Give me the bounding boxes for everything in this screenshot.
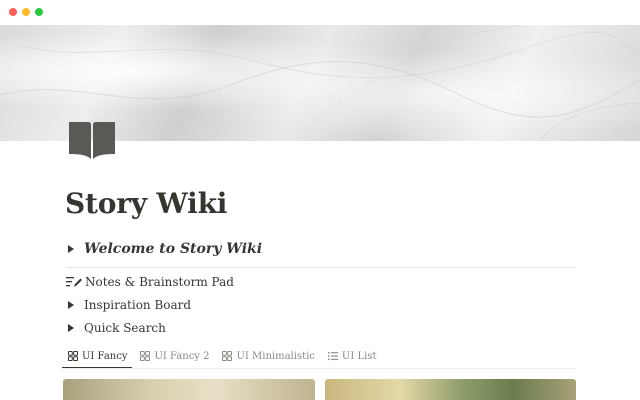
tabs-divider bbox=[62, 368, 576, 369]
tab-label: UI Fancy bbox=[82, 350, 128, 362]
database-view-tabs: UI Fancy UI Fancy 2 UI Minimalistic UI L… bbox=[62, 344, 383, 369]
notes-label: Notes & Brainstorm Pad bbox=[85, 275, 234, 289]
gallery-card[interactable] bbox=[63, 379, 315, 400]
page-title[interactable]: Story Wiki bbox=[65, 186, 227, 222]
toggle-arrow-icon[interactable] bbox=[68, 301, 74, 309]
tab-ui-fancy[interactable]: UI Fancy bbox=[62, 345, 133, 369]
divider bbox=[66, 267, 576, 268]
inspiration-label: Inspiration Board bbox=[84, 298, 192, 312]
minimize-window-button[interactable] bbox=[22, 8, 30, 16]
gallery-icon bbox=[140, 351, 151, 361]
toggle-arrow-icon[interactable] bbox=[68, 324, 74, 332]
tab-ui-list[interactable]: UI List bbox=[322, 345, 382, 367]
list-icon bbox=[327, 352, 338, 361]
toggle-inspiration-board[interactable]: Inspiration Board bbox=[66, 295, 191, 315]
gallery-icon bbox=[68, 351, 78, 361]
window-titlebar bbox=[0, 0, 640, 25]
toggle-welcome-label: Welcome to Story Wiki bbox=[84, 241, 263, 257]
book-icon[interactable] bbox=[67, 119, 117, 161]
app-window: Story Wiki Welcome to Story Wiki Notes &… bbox=[0, 0, 640, 400]
close-window-button[interactable] bbox=[9, 8, 17, 16]
gallery-card[interactable] bbox=[325, 379, 576, 400]
link-notes-brainstorm[interactable]: Notes & Brainstorm Pad bbox=[66, 272, 234, 292]
tab-label: UI Fancy 2 bbox=[154, 350, 210, 362]
toggle-arrow-icon[interactable] bbox=[68, 245, 74, 253]
tab-label: UI Minimalistic bbox=[236, 350, 315, 362]
gallery-icon bbox=[222, 351, 233, 361]
quick-search-label: Quick Search bbox=[84, 321, 166, 335]
pencil-lines-icon bbox=[66, 277, 82, 287]
toggle-quick-search[interactable]: Quick Search bbox=[66, 318, 166, 338]
tab-ui-fancy-2[interactable]: UI Fancy 2 bbox=[134, 345, 214, 367]
toggle-welcome[interactable]: Welcome to Story Wiki bbox=[66, 239, 262, 259]
maximize-window-button[interactable] bbox=[35, 8, 43, 16]
tab-ui-minimalistic[interactable]: UI Minimalistic bbox=[216, 345, 319, 367]
tab-label: UI List bbox=[341, 350, 377, 362]
